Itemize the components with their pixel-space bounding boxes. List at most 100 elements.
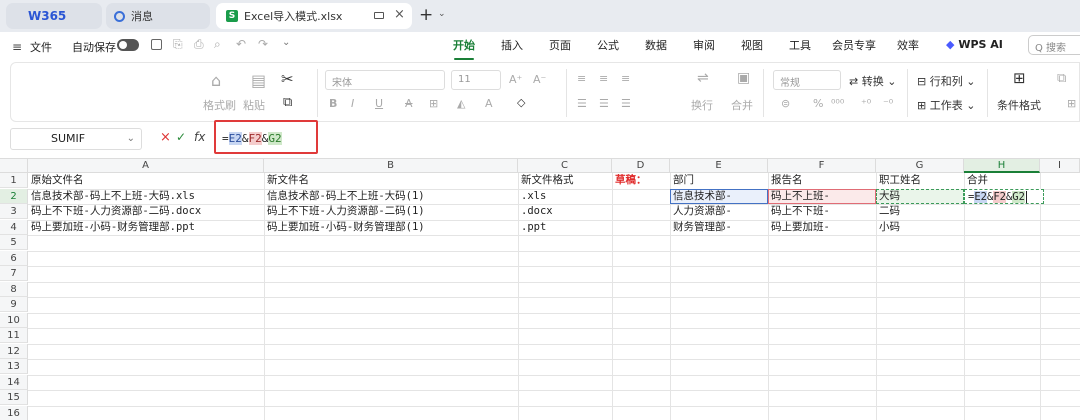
strikethrough-icon[interactable]: A [405, 97, 413, 110]
preview-icon[interactable]: ⌕ [214, 37, 221, 52]
cell-B3[interactable]: 码上不下班-人力资源部-二码(1) [264, 204, 518, 219]
select-all-corner[interactable] [0, 159, 28, 173]
column-header-B[interactable]: B [264, 159, 518, 173]
column-header-I[interactable]: I [1040, 159, 1080, 173]
align-left-icon[interactable]: ☰ [577, 97, 587, 110]
cell-F4[interactable]: 码上要加班- [768, 220, 876, 235]
copy-icon[interactable]: ⧉ [283, 95, 292, 110]
cell-B4[interactable]: 码上要加班-小码-财务管理部(1) [264, 220, 518, 235]
rows-cols-button[interactable]: ⊟ 行和列 ⌄ [917, 73, 975, 89]
percent-icon[interactable]: % [813, 97, 823, 110]
tab-w365[interactable]: W365 [6, 3, 102, 29]
wps-ai-button[interactable]: ◆ WPS AI [946, 38, 1003, 51]
row-header-1[interactable]: 1 [0, 173, 28, 188]
tab-2[interactable]: 页面 [536, 32, 584, 60]
name-box-chevron-icon[interactable]: ⌄ [127, 129, 135, 149]
row-header-6[interactable]: 6 [0, 250, 28, 266]
row-header-9[interactable]: 9 [0, 297, 28, 312]
hamburger-icon[interactable]: ≡ [12, 40, 22, 54]
cell-E3[interactable]: 人力资源部- [670, 204, 768, 219]
row-header-3[interactable]: 3 [0, 204, 28, 219]
autosave-toggle[interactable] [117, 39, 139, 51]
italic-icon[interactable]: I [351, 97, 354, 110]
cell-F3[interactable]: 码上不下班- [768, 204, 876, 219]
currency-icon[interactable]: ⊜ [781, 97, 790, 110]
border-icon[interactable]: ⊞ [429, 97, 438, 110]
cell-C2[interactable]: .xls [518, 189, 612, 204]
tab-messages[interactable]: 消息 [106, 3, 210, 29]
format-painter-icon[interactable]: ⌂ [211, 71, 221, 90]
cell-G1[interactable]: 职工姓名 [876, 173, 964, 188]
align-bottom-icon[interactable]: ≡ [621, 72, 630, 85]
tab-8[interactable]: 会员专享 [824, 32, 884, 60]
clear-icon[interactable]: ◇ [517, 96, 525, 109]
row-header-14[interactable]: 14 [0, 374, 28, 390]
tab-4[interactable]: 数据 [632, 32, 680, 60]
cell-G4[interactable]: 小码 [876, 220, 964, 235]
merge-icon[interactable]: ▣ [737, 70, 750, 86]
cell-C3[interactable]: .docx [518, 204, 612, 219]
align-right-icon[interactable]: ☰ [621, 97, 631, 110]
cell-C4[interactable]: .ppt [518, 220, 612, 235]
merge-label[interactable]: 合并 [731, 97, 753, 113]
cell-F2[interactable]: 码上不上班- [768, 188, 876, 204]
tab-9[interactable]: 效率 [884, 32, 932, 60]
cell-G2[interactable]: 大码 [876, 188, 964, 204]
row-header-10[interactable]: 10 [0, 312, 28, 328]
format-painter-label[interactable]: 格式刷 [203, 97, 236, 113]
cell-E2[interactable]: 信息技术部- [670, 188, 768, 204]
conditional-format-icon[interactable]: ⊞ [1013, 69, 1026, 87]
bold-icon[interactable]: B [329, 97, 337, 110]
tab-7[interactable]: 工具 [776, 32, 824, 60]
font-size-select[interactable]: 11 [451, 70, 501, 90]
search-input[interactable]: Q 搜索 [1028, 35, 1080, 55]
print-icon[interactable]: ⎙ [194, 37, 204, 52]
function-icon[interactable]: fx [194, 130, 205, 144]
tab-5[interactable]: 审阅 [680, 32, 728, 60]
cell-D1[interactable]: 草稿： [612, 173, 670, 188]
row-header-7[interactable]: 7 [0, 266, 28, 281]
column-header-A[interactable]: A [28, 159, 264, 173]
row-header-11[interactable]: 11 [0, 328, 28, 343]
chevron-down-icon[interactable]: ⌄ [438, 9, 446, 19]
row-header-13[interactable]: 13 [0, 359, 28, 374]
font-name-select[interactable]: 宋体 [325, 70, 445, 90]
decimal-dec-icon[interactable]: ⁻⁰ [883, 97, 893, 110]
wrap-icon[interactable]: ⇌ [697, 70, 709, 86]
row-header-2[interactable]: 2 [0, 188, 28, 204]
column-header-E[interactable]: E [670, 159, 768, 173]
column-header-F[interactable]: F [768, 159, 876, 173]
row-header-15[interactable]: 15 [0, 390, 28, 405]
align-top-icon[interactable]: ≡ [577, 72, 586, 85]
align-center-icon[interactable]: ☰ [599, 97, 609, 110]
column-header-D[interactable]: D [612, 159, 670, 173]
tab-0[interactable]: 开始 [440, 32, 488, 60]
active-cell-editor[interactable]: =E2&F2&G2 [964, 188, 1044, 204]
row-header-12[interactable]: 12 [0, 343, 28, 359]
more-chevron-icon[interactable]: ⌄ [282, 37, 290, 48]
number-format-select[interactable]: 常规 [773, 70, 841, 90]
conditional-format-label[interactable]: 条件格式 [997, 97, 1041, 113]
cell-A3[interactable]: 码上不下班-人力资源部-二码.docx [28, 204, 264, 219]
thousands-icon[interactable]: ⁰⁰⁰ [831, 97, 844, 110]
font-shrink-icon[interactable]: A⁻ [533, 73, 546, 86]
column-header-G[interactable]: G [876, 159, 964, 173]
align-middle-icon[interactable]: ≡ [599, 72, 608, 85]
cell-C1[interactable]: 新文件格式 [518, 173, 612, 188]
monitor-icon[interactable] [374, 12, 384, 19]
worksheet-button[interactable]: ⊞ 工作表 ⌄ [917, 97, 975, 113]
cell-E4[interactable]: 财务管理部- [670, 220, 768, 235]
cell-E1[interactable]: 部门 [670, 173, 768, 188]
column-header-H[interactable]: H [964, 159, 1040, 173]
row-header-5[interactable]: 5 [0, 235, 28, 250]
cell-A1[interactable]: 原始文件名 [28, 173, 264, 188]
row-header-8[interactable]: 8 [0, 281, 28, 297]
confirm-icon[interactable]: ✓ [176, 130, 186, 144]
cell-B2[interactable]: 信息技术部-码上不上班-大码(1) [264, 189, 518, 204]
undo-icon[interactable]: ↶ [236, 37, 246, 51]
save-icon[interactable] [151, 39, 162, 50]
cell-B1[interactable]: 新文件名 [264, 173, 518, 188]
wrap-label[interactable]: 换行 [691, 97, 713, 113]
cut-icon[interactable]: ✂ [281, 70, 294, 88]
decimal-icon[interactable]: ⁺⁰ [861, 97, 871, 110]
